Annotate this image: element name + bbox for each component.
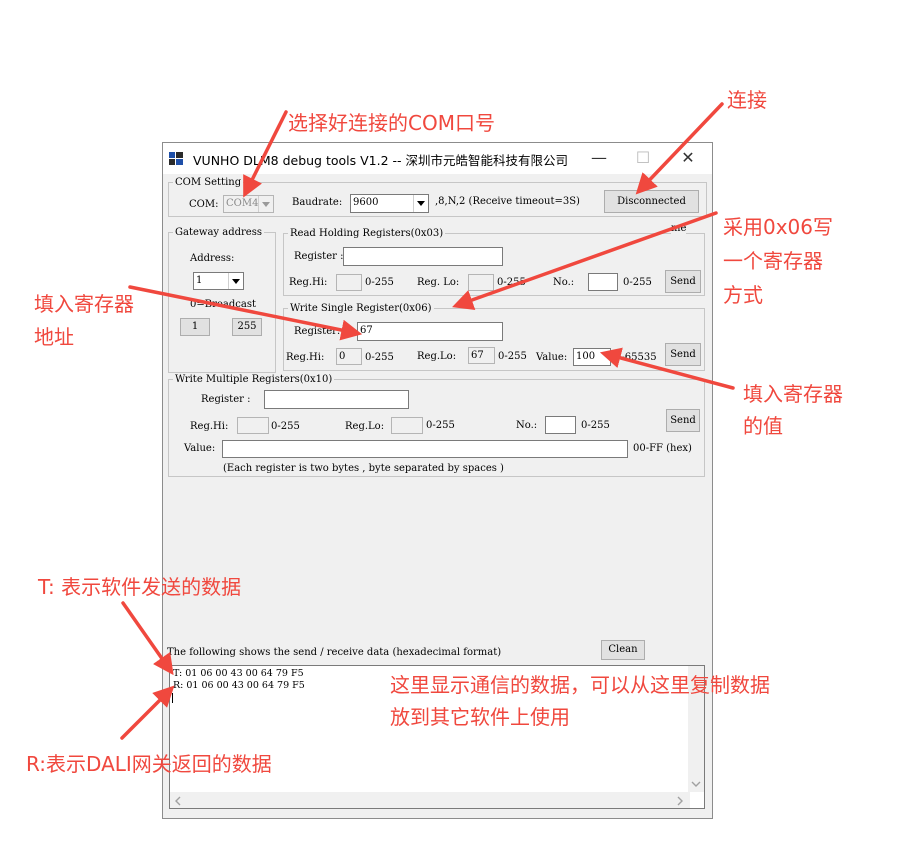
single-value-range: 0-65535 bbox=[615, 352, 657, 363]
multi-reghi-label: Reg.Hi: bbox=[190, 421, 229, 432]
window-title: VUNHO DLM8 debug tools V1.2 -- 深圳市元皓智能科技… bbox=[193, 153, 569, 168]
multi-reghi-input[interactable] bbox=[237, 417, 269, 434]
close-button[interactable]: ✕ bbox=[666, 145, 710, 171]
read-reglo-range: 0-255 bbox=[497, 277, 526, 288]
chevron-left-icon[interactable] bbox=[174, 796, 182, 806]
annotation-fill-addr-line2: 地址 bbox=[34, 325, 74, 349]
com-select-value: COM4 bbox=[226, 198, 259, 209]
read-register-input[interactable] bbox=[343, 247, 503, 266]
annotation-data-desc-line1: 这里显示通信的数据，可以从这里复制数据 bbox=[390, 673, 770, 697]
annotation-connect: 连接 bbox=[727, 88, 767, 112]
address-label: Address: bbox=[190, 253, 235, 264]
serial-params: ,8,N,2 (Receive timeout=3S) bbox=[435, 196, 580, 207]
annotation-0x06-line2: 一个寄存器 bbox=[723, 249, 823, 273]
log-header: The following shows the send / receive d… bbox=[167, 647, 502, 658]
address-select[interactable]: 1 bbox=[193, 272, 244, 290]
address-1-button[interactable]: 1 bbox=[180, 318, 210, 336]
single-reghi-range: 0-255 bbox=[365, 352, 394, 363]
log-line: T: 01 06 00 43 00 64 79 F5 bbox=[173, 668, 304, 679]
address-select-value: 1 bbox=[196, 275, 203, 286]
annotation-0x06-line3: 方式 bbox=[723, 283, 763, 307]
baudrate-select[interactable]: 9600 bbox=[350, 194, 429, 213]
read-register-label: Register : bbox=[294, 251, 344, 262]
read-no-input[interactable] bbox=[588, 273, 618, 291]
read-holding-legend: Read Holding Registers(0x03) bbox=[290, 228, 444, 239]
me-label: me bbox=[671, 223, 687, 234]
maximize-button[interactable]: ☐ bbox=[621, 145, 665, 171]
single-register-label: Register: bbox=[294, 326, 341, 337]
multi-note: (Each register is two bytes , byte separ… bbox=[223, 463, 504, 474]
log-line: R: 01 06 00 43 00 64 79 F5 bbox=[173, 680, 305, 691]
multi-send-button[interactable]: Send bbox=[666, 409, 700, 432]
read-no-range: 0-255 bbox=[623, 277, 652, 288]
read-send-button[interactable]: Send bbox=[665, 270, 701, 293]
single-reghi-input[interactable]: 0 bbox=[336, 348, 362, 365]
multi-value-input[interactable] bbox=[222, 440, 628, 458]
baudrate-label: Baudrate: bbox=[292, 197, 343, 208]
read-reglo-input[interactable] bbox=[468, 274, 494, 291]
single-send-button[interactable]: Send bbox=[665, 343, 701, 366]
chevron-down-icon bbox=[258, 196, 273, 212]
annotation-0x06-line1: 采用0x06写 bbox=[723, 215, 834, 239]
read-reghi-range: 0-255 bbox=[365, 277, 394, 288]
annotation-fill-value-line2: 的值 bbox=[743, 414, 783, 438]
annotation-select-com: 选择好连接的COM口号 bbox=[288, 111, 495, 135]
multi-reglo-input[interactable] bbox=[391, 417, 423, 434]
minimize-button[interactable]: — bbox=[577, 145, 621, 171]
text-cursor bbox=[172, 693, 173, 703]
multi-register-label: Register : bbox=[201, 394, 251, 405]
horizontal-scrollbar[interactable] bbox=[170, 792, 690, 808]
app-icon bbox=[169, 152, 183, 165]
single-value-input[interactable]: 100 bbox=[573, 348, 611, 366]
read-reghi-input[interactable] bbox=[336, 274, 362, 291]
read-reglo-label: Reg. Lo: bbox=[417, 277, 460, 288]
multi-value-label: Value: bbox=[184, 443, 216, 454]
single-reglo-input[interactable]: 67 bbox=[468, 347, 495, 364]
broadcast-label: 0=Broadcast bbox=[190, 299, 256, 310]
clean-button[interactable]: Clean bbox=[601, 640, 645, 660]
address-255-button[interactable]: 255 bbox=[232, 318, 262, 336]
com-select[interactable]: COM4 bbox=[223, 195, 274, 213]
write-single-legend: Write Single Register(0x06) bbox=[290, 303, 432, 314]
annotation-t-desc: T: 表示软件发送的数据 bbox=[38, 575, 242, 599]
single-reglo-range: 0-255 bbox=[498, 351, 527, 362]
multi-no-label: No.: bbox=[516, 420, 538, 431]
baudrate-select-value: 9600 bbox=[353, 197, 379, 208]
single-register-input[interactable]: 67 bbox=[357, 322, 503, 341]
multi-reghi-range: 0-255 bbox=[271, 421, 300, 432]
gateway-legend: Gateway address bbox=[175, 227, 262, 238]
read-reghi-label: Reg.Hi: bbox=[289, 277, 328, 288]
write-multiple-legend: Write Multiple Registers(0x10) bbox=[175, 374, 333, 385]
annotation-r-desc: R:表示DALI网关返回的数据 bbox=[26, 752, 272, 776]
annotation-fill-addr-line1: 填入寄存器 bbox=[34, 292, 134, 316]
chevron-right-icon[interactable] bbox=[676, 796, 684, 806]
chevron-down-icon bbox=[228, 273, 243, 289]
annotation-fill-value-line1: 填入寄存器 bbox=[743, 382, 843, 406]
com-label: COM: bbox=[189, 199, 219, 210]
chevron-down-icon[interactable] bbox=[691, 780, 701, 788]
multi-reglo-label: Reg.Lo: bbox=[345, 421, 385, 432]
multi-reglo-range: 0-255 bbox=[426, 420, 455, 431]
single-value-label: Value: bbox=[536, 352, 568, 363]
multi-register-input[interactable] bbox=[264, 390, 409, 409]
title-bar[interactable]: VUNHO DLM8 debug tools V1.2 -- 深圳市元皓智能科技… bbox=[163, 143, 712, 174]
annotation-data-desc-line2: 放到其它软件上使用 bbox=[390, 705, 570, 729]
single-reglo-label: Reg.Lo: bbox=[417, 351, 457, 362]
single-reghi-label: Reg.Hi: bbox=[286, 352, 325, 363]
connect-button[interactable]: Disconnected bbox=[604, 190, 699, 213]
multi-value-range: 00-FF (hex) bbox=[633, 443, 692, 454]
read-no-label: No.: bbox=[553, 277, 575, 288]
com-setting-legend: COM Setting bbox=[175, 177, 242, 188]
multi-no-input[interactable] bbox=[545, 416, 576, 434]
chevron-down-icon bbox=[413, 195, 428, 212]
multi-no-range: 0-255 bbox=[581, 420, 610, 431]
